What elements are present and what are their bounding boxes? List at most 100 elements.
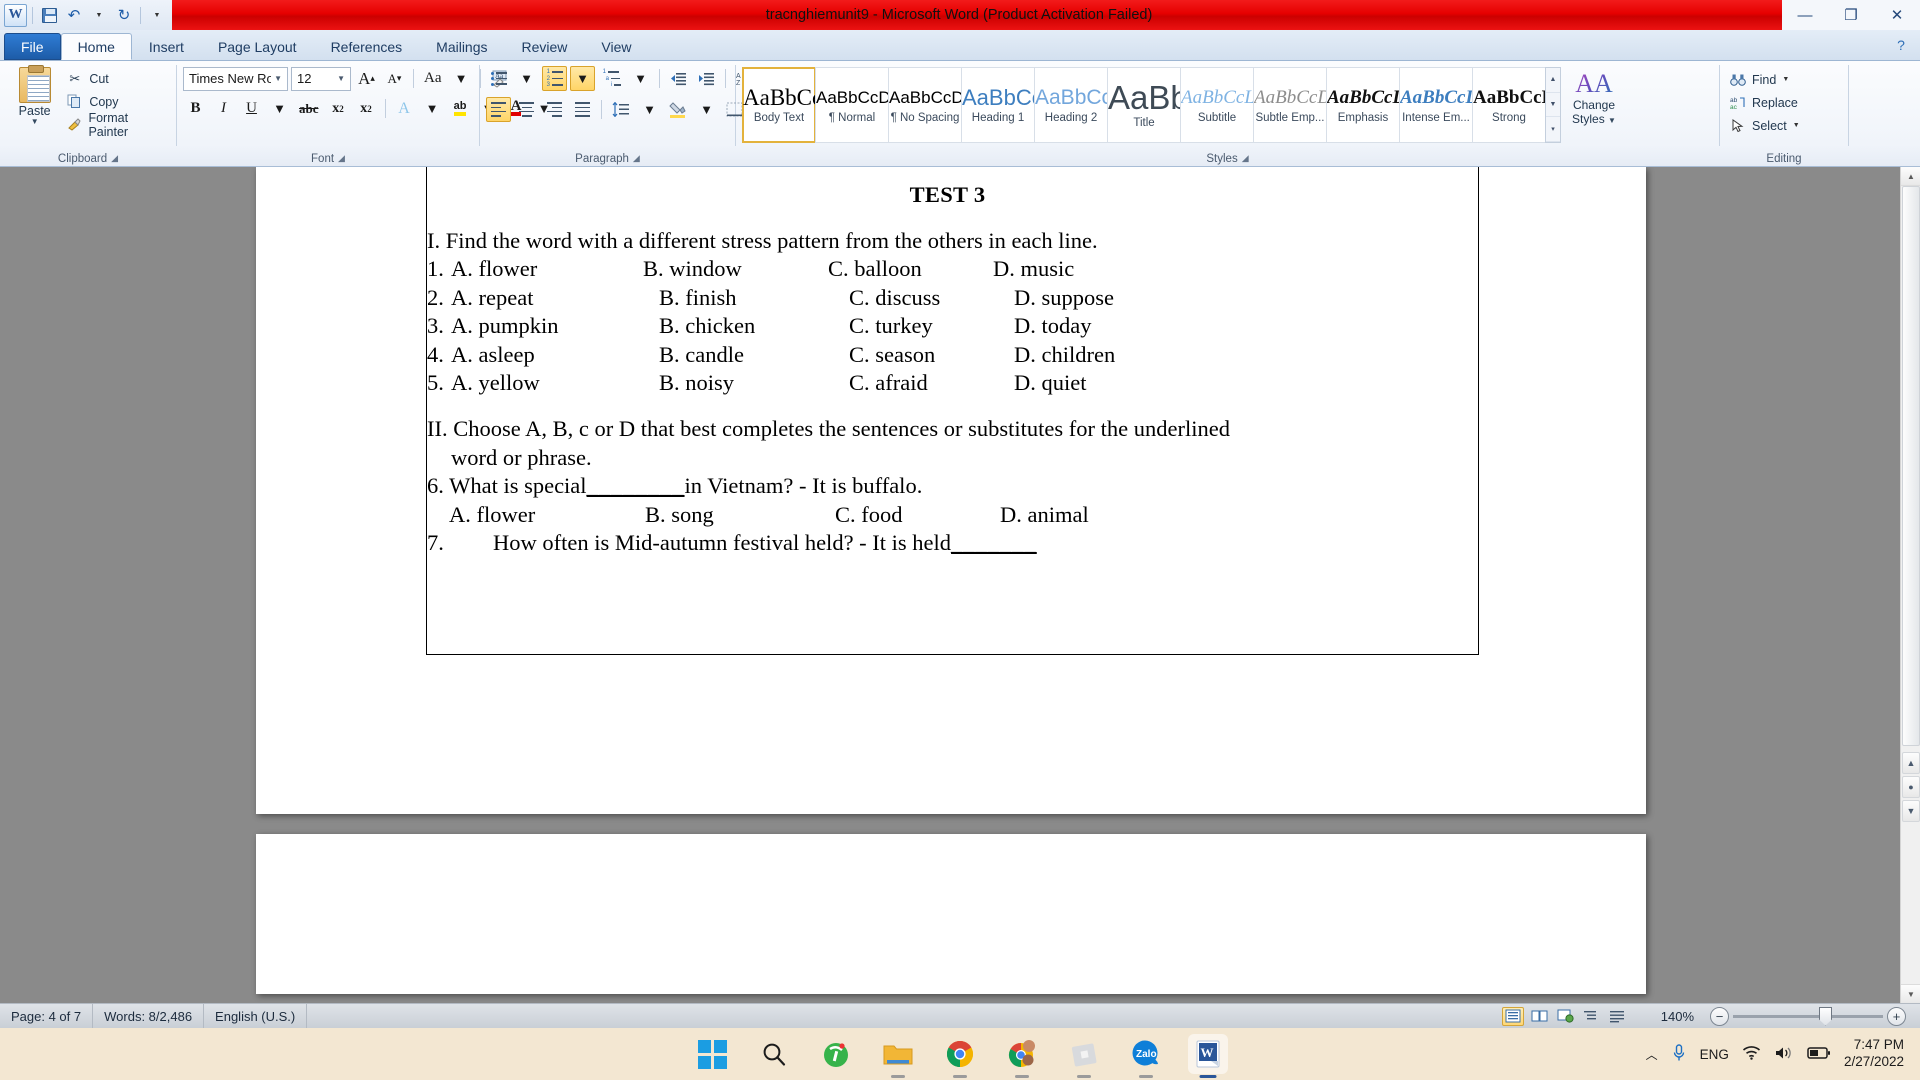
start-button[interactable] [692,1034,732,1074]
style-item-heading-2[interactable]: AaBbCcI Heading 2 [1034,67,1108,143]
subscript-button[interactable]: x2 [326,96,351,121]
change-case-dropdown-icon[interactable]: ▼ [449,66,474,91]
unikey-icon[interactable] [816,1034,856,1074]
word-taskbar-icon[interactable]: W [1188,1034,1228,1078]
select-button[interactable]: Select ▼ [1726,115,1803,136]
dialog-launcher-icon[interactable]: ◢ [338,153,345,164]
wifi-icon[interactable] [1742,1045,1761,1064]
style-item-body-text[interactable]: AaBbCc Body Text [742,67,816,143]
style-item-strong[interactable]: AaBbCcD Strong [1472,67,1546,143]
print-layout-view-button[interactable] [1502,1006,1524,1026]
search-icon[interactable] [754,1034,794,1074]
draft-view-button[interactable] [1606,1007,1628,1026]
zoom-slider[interactable] [1733,1006,1883,1026]
tab-home[interactable]: Home [60,33,132,60]
full-screen-reading-view-button[interactable] [1528,1007,1550,1026]
shading-dropdown-icon[interactable]: ▼ [694,97,719,122]
text-highlight-button[interactable]: ab [448,96,473,121]
format-painter-button[interactable]: Format Painter [63,111,170,139]
gallery-scroll-down-icon[interactable]: ▼ [1546,93,1560,118]
chevron-down-icon[interactable]: ▼ [1793,122,1800,129]
style-item-normal[interactable]: AaBbCcDd ¶ Normal [815,67,889,143]
next-page-icon[interactable]: ▼ [1902,800,1920,822]
show-hidden-icons-icon[interactable]: ︿ [1646,1046,1658,1063]
zoom-in-button[interactable]: + [1887,1006,1906,1026]
gallery-scroll-up-icon[interactable]: ▲ [1546,68,1560,93]
replace-button[interactable]: ab ac Replace [1726,92,1803,113]
battery-icon[interactable] [1807,1046,1831,1063]
page-indicator[interactable]: Page: 4 of 7 [0,1003,94,1029]
multilevel-dropdown-icon[interactable]: ▼ [628,66,653,91]
document-canvas[interactable]: TEST 3 I. Find the word with a different… [0,167,1920,1003]
scroll-up-icon[interactable]: ▲ [1901,167,1920,186]
decrease-indent-icon[interactable] [666,66,691,91]
document-content[interactable]: TEST 3 I. Find the word with a different… [427,167,1478,558]
dialog-launcher-icon[interactable]: ◢ [1242,153,1249,164]
shrink-font-button[interactable]: A ▾ [382,66,407,91]
bullets-icon[interactable] [486,66,511,91]
style-item-intense-emphasis[interactable]: AaBbCcD Intense Em... [1399,67,1473,143]
strikethrough-button[interactable]: abc [295,96,323,121]
outline-view-button[interactable] [1580,1007,1602,1026]
zoom-out-button[interactable]: − [1710,1006,1729,1026]
mic-icon[interactable] [1671,1043,1687,1066]
align-right-icon[interactable] [542,97,567,122]
bullets-dropdown-icon[interactable]: ▼ [514,66,539,91]
chevron-down-icon[interactable]: ▼ [1608,116,1616,125]
word-count[interactable]: Words: 8/2,486 [93,1003,205,1029]
scroll-down-icon[interactable]: ▼ [1901,984,1920,1003]
file-explorer-icon[interactable] [878,1034,918,1078]
quick-access-toolbar[interactable]: W ↶ ▼ ↻ ▼ [0,0,168,30]
web-layout-view-button[interactable] [1554,1007,1576,1026]
paste-button[interactable]: Paste ▼ [6,65,63,126]
help-icon[interactable]: ? [1888,30,1914,60]
cut-button[interactable]: ✂ Cut [63,68,170,89]
find-button[interactable]: Find ▼ [1726,69,1803,90]
document-text-frame[interactable]: TEST 3 I. Find the word with a different… [426,167,1479,655]
numbering-dropdown-icon[interactable]: ▼ [570,66,595,91]
chevron-down-icon[interactable]: ▼ [31,118,39,126]
numbering-icon[interactable]: 123 [542,66,567,91]
volume-icon[interactable] [1774,1045,1794,1064]
restore-button[interactable]: ❐ [1828,0,1874,30]
language-indicator[interactable]: ENG [1700,1047,1729,1062]
chevron-down-icon[interactable]: ▼ [334,74,348,83]
undo-icon[interactable]: ↶ [63,4,85,26]
customize-qat-icon[interactable]: ▼ [146,4,168,26]
tab-file[interactable]: File [4,33,61,60]
close-button[interactable]: ✕ [1874,0,1920,30]
word-app-icon[interactable]: W [4,3,27,27]
minimize-button[interactable]: — [1782,0,1828,30]
increase-indent-icon[interactable] [694,66,719,91]
chrome-icon[interactable] [940,1034,980,1078]
chevron-down-icon[interactable]: ▼ [1782,76,1789,83]
multilevel-list-icon[interactable]: 1ai [598,66,625,91]
dialog-launcher-icon[interactable]: ◢ [111,153,118,164]
redo-icon[interactable]: ↻ [113,4,135,26]
underline-button[interactable]: U [239,96,264,121]
previous-page-icon[interactable]: ▲ [1902,752,1920,774]
zoom-slider-track[interactable] [1733,1006,1883,1026]
chrome-profile-icon[interactable] [1002,1034,1042,1078]
style-item-heading-1[interactable]: AaBbCc Heading 1 [961,67,1035,143]
style-item-no-spacing[interactable]: AaBbCcDd ¶ No Spacing [888,67,962,143]
select-browse-object-icon[interactable]: ● [1902,776,1920,798]
font-name-combo[interactable]: Times New Roma ▼ [183,66,288,91]
style-item-title[interactable]: AaBb Title [1107,67,1181,143]
save-icon[interactable] [38,4,60,26]
tab-references[interactable]: References [314,34,420,60]
style-item-emphasis[interactable]: AaBbCcDd Emphasis [1326,67,1400,143]
tab-review[interactable]: Review [505,34,585,60]
vertical-scrollbar[interactable]: ▲ ▲ ● ▼ ▼ [1900,167,1920,1003]
shading-icon[interactable] [665,97,691,122]
justify-icon[interactable] [570,97,595,122]
grow-font-button[interactable]: A ▴ [354,66,379,91]
font-size-combo[interactable]: 12 ▼ [291,66,351,91]
language-indicator[interactable]: English (U.S.) [204,1003,308,1029]
styles-gallery-scrollbar[interactable]: ▲ ▼ ▾ [1545,67,1561,143]
tab-page-layout[interactable]: Page Layout [201,34,314,60]
document-page-2[interactable] [256,834,1646,994]
bold-button[interactable]: B [183,96,208,121]
text-effects-dropdown-icon[interactable]: ▼ [420,96,445,121]
undo-dropdown-icon[interactable]: ▼ [88,4,110,26]
